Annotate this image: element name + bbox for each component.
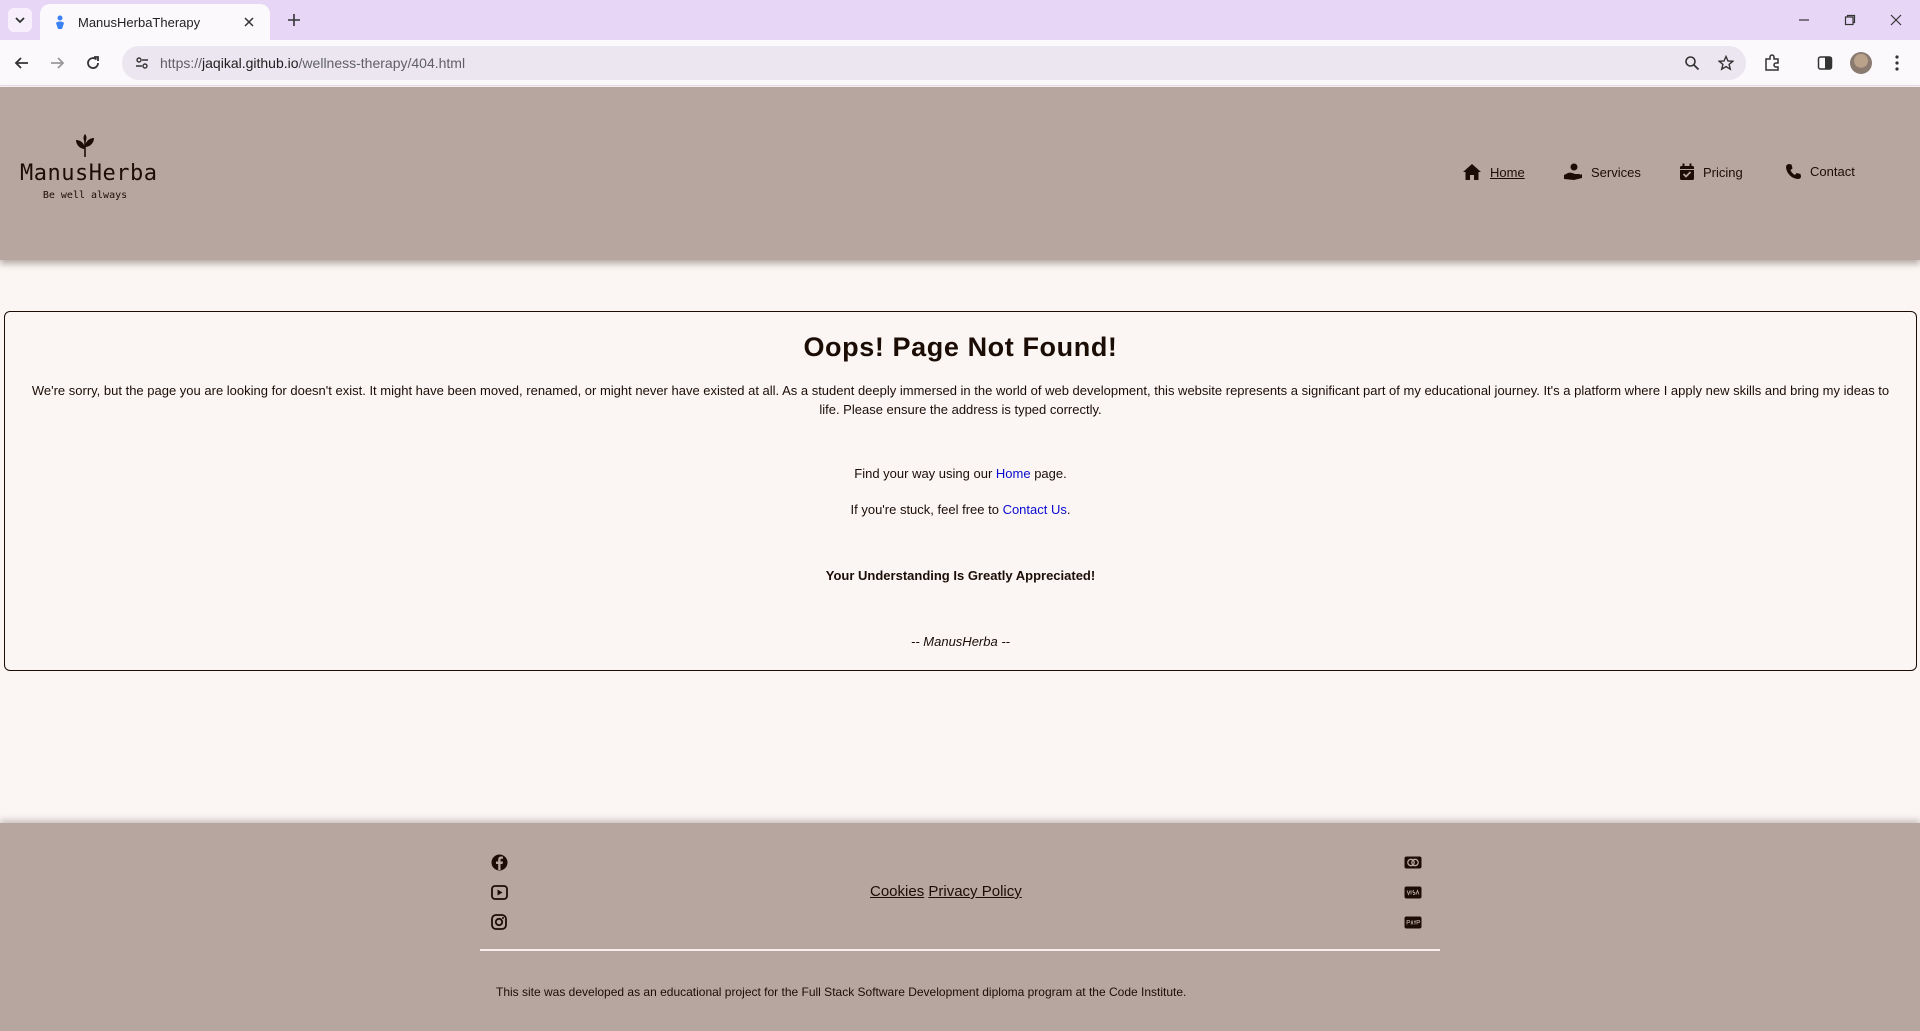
home-line-suffix: page. <box>1030 466 1067 481</box>
minimize-icon <box>1799 19 1809 21</box>
phone-icon <box>1786 164 1801 179</box>
reload-button[interactable] <box>79 49 107 77</box>
mastercard-icon <box>1404 856 1422 868</box>
facebook-link[interactable] <box>490 853 508 871</box>
zoom-icon <box>1685 56 1700 71</box>
nav-services-label: Services <box>1591 164 1641 180</box>
browser-tab[interactable]: ManusHerbaTherapy <box>40 4 270 40</box>
calendar-check-icon <box>1680 163 1694 180</box>
nav-home[interactable]: Home <box>1462 163 1525 181</box>
profile-button[interactable] <box>1847 49 1875 77</box>
footer-note: This site was developed as an educationa… <box>496 985 1187 999</box>
forward-button[interactable] <box>43 49 71 77</box>
payment-methods <box>1404 853 1422 931</box>
instagram-link[interactable] <box>490 913 508 931</box>
address-bar[interactable]: https://jaqikal.github.io/wellness-thera… <box>122 46 1746 80</box>
browser-menu-button[interactable] <box>1883 49 1911 77</box>
contact-line-suffix: . <box>1066 502 1071 517</box>
home-icon <box>1463 164 1481 180</box>
close-icon <box>244 17 254 27</box>
new-tab-button[interactable] <box>282 8 306 32</box>
close-icon <box>1890 14 1902 26</box>
minimize-button[interactable] <box>1790 8 1818 32</box>
brand-name: ManusHerba <box>20 161 158 186</box>
leaf-icon <box>76 134 94 158</box>
hand-heart-icon <box>1564 163 1582 180</box>
visa-badge <box>1404 883 1422 901</box>
contact-us-link[interactable]: Contact Us <box>1003 502 1067 517</box>
cookies-link[interactable]: Cookies <box>870 883 924 900</box>
nav-pricing[interactable]: Pricing <box>1679 163 1743 181</box>
page-title: Oops! Page Not Found! <box>803 332 1118 362</box>
nav-services[interactable]: Services <box>1563 163 1641 181</box>
brand-tagline: Be well always <box>42 190 128 201</box>
nav-contact[interactable]: Contact <box>1785 163 1855 180</box>
not-found-panel: Oops! Page Not Found! We're sorry, but t… <box>4 311 1917 671</box>
extensions-button[interactable] <box>1758 49 1786 77</box>
bookmark-button[interactable] <box>1712 49 1740 77</box>
tab-title: ManusHerbaTherapy <box>78 14 201 30</box>
url-path: /wellness-therapy/404.html <box>298 55 466 71</box>
mastercard-badge <box>1404 853 1422 871</box>
browser-tab-bar: ManusHerbaTherapy <box>0 0 1920 40</box>
back-button[interactable] <box>8 49 36 77</box>
zoom-button[interactable] <box>1678 49 1706 77</box>
social-links <box>490 853 508 931</box>
home-line-prefix: Find your way using our <box>854 466 996 481</box>
puzzle-icon <box>1765 54 1779 71</box>
restore-button[interactable] <box>1836 8 1864 32</box>
visa-icon <box>1404 886 1422 898</box>
side-panel-icon <box>1817 56 1833 70</box>
avatar <box>1850 52 1872 74</box>
site-favicon-icon <box>56 15 64 29</box>
tab-close-button[interactable] <box>240 13 258 31</box>
paypal-icon <box>1404 916 1422 928</box>
contact-line-prefix: If you're stuck, feel free to <box>850 502 1003 517</box>
arrow-right-icon <box>51 57 65 69</box>
site-info-button[interactable] <box>128 49 156 77</box>
instagram-icon <box>491 914 507 930</box>
tab-search-button[interactable] <box>8 8 32 32</box>
star-icon <box>1718 55 1734 71</box>
plus-icon <box>288 14 300 26</box>
home-line: Find your way using our Home page. <box>5 466 1916 481</box>
tune-icon <box>136 57 148 69</box>
close-window-button[interactable] <box>1882 8 1910 32</box>
nav-pricing-label: Pricing <box>1703 164 1743 180</box>
browser-toolbar: https://jaqikal.github.io/wellness-thera… <box>0 40 1920 86</box>
signature-text: -- ManusHerba -- <box>911 634 1010 649</box>
nav-contact-label: Contact <box>1810 164 1855 179</box>
apology-text: We're sorry, but the page you are lookin… <box>31 383 1890 417</box>
more-vertical-icon <box>1895 55 1899 71</box>
brand-logo-link[interactable]: ManusHerba Be well always <box>20 133 158 201</box>
privacy-policy-link[interactable]: Privacy Policy <box>928 883 1021 900</box>
side-panel-button[interactable] <box>1811 49 1839 77</box>
site-header: ManusHerba Be well always Home Services … <box>0 87 1920 260</box>
home-link[interactable]: Home <box>996 466 1031 481</box>
contact-line: If you're stuck, feel free to Contact Us… <box>5 502 1916 517</box>
paypal-badge <box>1404 913 1422 931</box>
site-footer: Cookies Privacy Policy This site was dev… <box>0 823 1920 1031</box>
youtube-link[interactable] <box>490 883 508 901</box>
chevron-down-icon <box>15 17 25 24</box>
arrow-left-icon <box>14 57 28 69</box>
url-scheme: https:// <box>160 55 203 71</box>
nav-home-label: Home <box>1490 164 1525 180</box>
restore-icon <box>1844 14 1856 26</box>
appreciation-text: Your Understanding Is Greatly Appreciate… <box>825 568 1096 583</box>
url-host: jaqikal.github.io <box>202 55 299 71</box>
reload-icon <box>87 56 99 69</box>
youtube-icon <box>490 884 508 900</box>
legal-links: Cookies Privacy Policy <box>870 883 1022 900</box>
footer-divider <box>480 949 1440 951</box>
url-text: https://jaqikal.github.io/wellness-thera… <box>160 55 1678 71</box>
facebook-icon <box>491 854 507 870</box>
